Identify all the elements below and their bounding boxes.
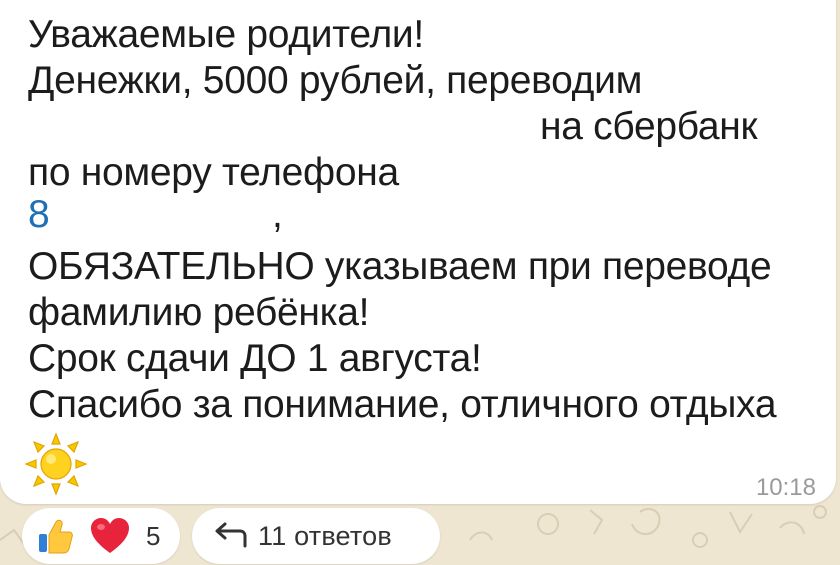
red-heart-icon[interactable]: [90, 517, 130, 555]
reactions-pill[interactable]: 5: [22, 508, 180, 564]
sun-emoji: [24, 432, 88, 496]
message-line-phone-label: по номеру телефона: [28, 151, 399, 194]
message-bubble[interactable]: Уважаемые родители! Денежки, 5000 рублей…: [0, 0, 836, 504]
message-line-surname: фамилию ребёнка!: [28, 291, 370, 334]
replies-button[interactable]: 11 ответов: [192, 508, 440, 564]
message-line-bank: на сбербанк: [540, 105, 758, 148]
replies-count-label: 11 ответов: [258, 520, 392, 551]
message-line-mandatory: ОБЯЗАТЕЛЬНО указываем при переводе: [28, 245, 772, 288]
reactions-count: 5: [146, 520, 161, 551]
message-line-deadline: Срок сдачи ДО 1 августа!: [28, 337, 482, 380]
message-greeting: Уважаемые родители!: [28, 13, 424, 56]
phone-number-comma: ,: [272, 193, 283, 236]
message-line-thanks: Спасибо за понимание, отличного отдыха: [28, 383, 777, 426]
phone-number-link[interactable]: 8: [28, 192, 50, 238]
reply-arrow-icon: [215, 522, 247, 548]
message-timestamp: 10:18: [755, 474, 816, 501]
thumbs-up-icon[interactable]: [36, 518, 74, 556]
message-line-amount: Денежки, 5000 рублей, переводим: [28, 59, 643, 102]
